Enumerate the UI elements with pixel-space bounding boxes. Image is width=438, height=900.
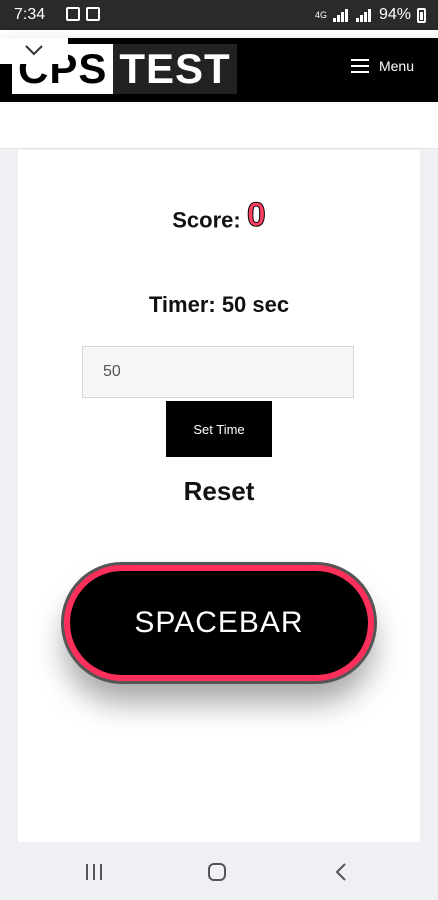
battery-percent: 94%: [378, 6, 411, 23]
android-nav-bar: [0, 842, 438, 900]
status-time: 7:34: [14, 6, 46, 23]
signal-icon: [332, 8, 348, 22]
status-indicators: 4G 94%: [315, 6, 426, 24]
menu-label: Menu: [378, 58, 414, 74]
score-value: 0: [246, 196, 266, 235]
score-label: Score:: [172, 207, 241, 233]
network-type-label: 4G: [314, 10, 327, 20]
site-header: CPS TEST Menu: [0, 38, 438, 102]
collapse-toggle[interactable]: [0, 38, 68, 64]
logo-test-text: TEST: [113, 44, 237, 94]
home-icon[interactable]: [208, 863, 226, 881]
back-icon[interactable]: [334, 862, 348, 882]
time-input[interactable]: [82, 346, 354, 398]
header-top-strip: [0, 30, 438, 38]
notification-icons: [66, 7, 100, 21]
hamburger-icon: [350, 59, 369, 73]
top-content-card: [0, 102, 438, 149]
reset-button[interactable]: Reset: [18, 476, 420, 507]
chevron-down-icon: [25, 45, 43, 56]
recent-apps-icon[interactable]: [86, 864, 102, 880]
score-display: Score: 0: [18, 196, 420, 241]
game-card: Score: 0 Timer: 50 sec Set Time Reset SP…: [18, 150, 420, 842]
signal-icon-secondary: [355, 8, 371, 22]
battery-icon: [417, 7, 426, 23]
set-time-button[interactable]: Set Time: [166, 401, 272, 457]
usb-notification-icon: [86, 7, 100, 21]
menu-button[interactable]: Menu: [350, 58, 414, 74]
timer-display: Timer: 50 sec: [148, 292, 290, 317]
spacebar-button[interactable]: SPACEBAR: [64, 565, 374, 681]
image-notification-icon: [66, 7, 80, 21]
status-bar: 7:34 4G 94%: [0, 0, 438, 30]
